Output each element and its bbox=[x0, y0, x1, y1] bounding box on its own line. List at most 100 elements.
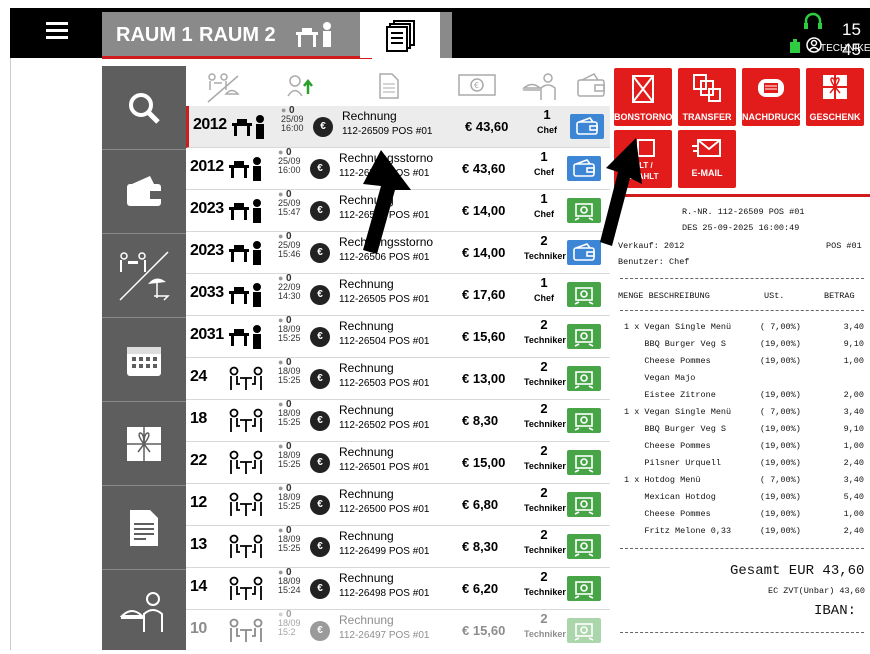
document-row[interactable]: 22 ● 0 18/09 15:25 € Rechnung 112-26501 POS #0… bbox=[186, 442, 610, 484]
staff-name: Techniker bbox=[524, 251, 566, 261]
document-info: Rechnung 112-26499 POS #01 bbox=[339, 529, 429, 559]
document-row[interactable]: 18 ● 0 18/09 15:25 € Rechnung 112-26502 POS #0… bbox=[186, 400, 610, 442]
waiter-tab-icon[interactable] bbox=[294, 20, 338, 55]
document-row[interactable]: 14 ● 0 18/09 15:24 € Rechnung 112-26498 POS #0… bbox=[186, 568, 610, 610]
table-icon bbox=[228, 450, 266, 481]
geschenk-button[interactable]: GESCHENK bbox=[806, 68, 864, 126]
top-bar: RAUM 1 RAUM 2 15 45 TECHNIKER bbox=[10, 8, 870, 59]
receipt-item-vat: (19,00%) bbox=[760, 509, 801, 519]
cash-payment-icon[interactable] bbox=[567, 576, 601, 601]
guest-date: ● 0 25/09 16:00 bbox=[281, 106, 304, 133]
table-icon bbox=[228, 618, 266, 649]
euro-icon: € bbox=[310, 453, 330, 473]
amount-column-icon[interactable]: € bbox=[458, 74, 496, 96]
receipt-item-amount: 2,00 bbox=[843, 390, 864, 400]
card-payment-icon[interactable] bbox=[567, 240, 601, 265]
headset-icon[interactable] bbox=[803, 12, 823, 32]
tables-column-icon[interactable] bbox=[206, 72, 240, 104]
cash-payment-icon[interactable] bbox=[567, 534, 601, 559]
card-payment-icon[interactable] bbox=[570, 114, 604, 139]
table-number: 2031 bbox=[190, 326, 224, 343]
receipt-item-vat: (19,00%) bbox=[760, 424, 801, 434]
staff-info: 2 Techniker bbox=[524, 528, 566, 557]
user-sort-icon[interactable] bbox=[286, 74, 314, 98]
document-type: Rechnung bbox=[339, 487, 394, 501]
document-row[interactable]: 12 ● 0 18/09 15:25 € Rechnung 112-26500 POS #0… bbox=[186, 484, 610, 526]
void-receipt-icon bbox=[632, 75, 654, 103]
document-row[interactable]: 10 ● 0 18/09 15:2 € Rechnung 112-26497 POS #01… bbox=[186, 610, 610, 650]
waiter-icon bbox=[228, 240, 266, 271]
receipt-item-desc: Pilsner Urquell bbox=[624, 458, 721, 468]
document-amount: € 8,30 bbox=[462, 539, 499, 554]
document-row[interactable]: 2033 ● 0 22/09 14:30 € Rechnung 112-26505 POS … bbox=[186, 274, 610, 316]
tab-documents[interactable] bbox=[360, 12, 440, 58]
staff-name: Techniker bbox=[524, 335, 566, 345]
staff-name: Techniker bbox=[524, 461, 566, 471]
receipt-iban: IBAN: bbox=[814, 603, 857, 619]
invoice-icon bbox=[130, 509, 158, 546]
document-row[interactable]: 13 ● 0 18/09 15:25 € Rechnung 112-26499 POS #0… bbox=[186, 526, 610, 568]
sidebar-calendar[interactable] bbox=[102, 318, 186, 402]
cash-payment-icon[interactable] bbox=[567, 324, 601, 349]
document-ref: 112-26501 POS #01 bbox=[339, 462, 430, 473]
cash-payment-icon[interactable] bbox=[567, 492, 601, 517]
sidebar-tables[interactable] bbox=[102, 234, 186, 318]
receipt-item-vat: (19,00%) bbox=[760, 356, 801, 366]
cash-payment-icon[interactable] bbox=[567, 198, 601, 223]
email-button[interactable]: E-MAIL bbox=[678, 130, 736, 188]
document-row[interactable]: 24 ● 0 18/09 15:25 € Rechnung 112-26503 POS #0… bbox=[186, 358, 610, 400]
guest-date: ● 0 18/09 15:25 bbox=[278, 484, 301, 511]
euro-icon: € bbox=[310, 327, 330, 347]
staff-name: Techniker bbox=[524, 503, 566, 513]
staff-name: Chef bbox=[534, 209, 554, 219]
bonstorno-button[interactable]: BONSTORNO bbox=[614, 68, 672, 126]
menu-icon[interactable] bbox=[46, 22, 68, 42]
cash-payment-icon[interactable] bbox=[567, 618, 601, 643]
staff-name: Chef bbox=[534, 293, 554, 303]
euro-icon: € bbox=[310, 621, 330, 641]
row-time: 15:2 bbox=[278, 627, 296, 637]
staff-count: 1 bbox=[540, 191, 548, 206]
document-row[interactable]: 2031 ● 0 18/09 15:25 € Rechnung 112-26504 POS … bbox=[186, 316, 610, 358]
document-column-icon[interactable] bbox=[378, 72, 400, 100]
receipt-number: R.-NR. 112-26509 POS #01 bbox=[682, 207, 805, 217]
nachdruck-button[interactable]: NACHDRUCK bbox=[742, 68, 801, 126]
row-time: 15:25 bbox=[278, 417, 301, 427]
payment-column-icon[interactable] bbox=[576, 72, 606, 98]
receipt-item-amount: 9,10 bbox=[843, 339, 864, 349]
sidebar-wallet[interactable] bbox=[102, 150, 186, 234]
cash-payment-icon[interactable] bbox=[567, 450, 601, 475]
table-number: 12 bbox=[190, 494, 207, 511]
document-ref: 112-26500 POS #01 bbox=[339, 504, 430, 515]
staff-info: 2 Techniker bbox=[524, 402, 566, 431]
staff-info: 1 Chef bbox=[524, 276, 564, 305]
sidebar-invoice[interactable] bbox=[102, 486, 186, 570]
tab-raum-2[interactable]: RAUM 2 bbox=[199, 12, 276, 58]
staff-name: Techniker bbox=[524, 377, 566, 387]
staff-column-icon[interactable] bbox=[522, 72, 562, 102]
staff-name: Techniker bbox=[524, 629, 566, 639]
receipt-divider bbox=[620, 278, 864, 279]
document-type: Rechnung bbox=[339, 361, 394, 375]
receipt-item-desc: BBQ Burger Veg S bbox=[624, 339, 727, 349]
document-row[interactable]: 2012 ● 0 25/09 16:00 € Rechnung 112-26509 POS … bbox=[186, 106, 610, 148]
table-number: 10 bbox=[190, 620, 207, 637]
table-number: 24 bbox=[190, 368, 207, 385]
document-ref: 112-26504 POS #01 bbox=[339, 336, 430, 347]
sidebar-waiter[interactable] bbox=[102, 570, 186, 654]
euro-icon: € bbox=[310, 285, 330, 305]
card-payment-icon[interactable] bbox=[567, 156, 601, 181]
cash-payment-icon[interactable] bbox=[567, 408, 601, 433]
transfer-button[interactable]: TRANSFER bbox=[678, 68, 736, 126]
receipt-total: Gesamt EUR 43,60 bbox=[730, 563, 865, 579]
cash-payment-icon[interactable] bbox=[567, 366, 601, 391]
document-ref: 112-26502 POS #01 bbox=[339, 420, 430, 431]
sidebar-search[interactable] bbox=[102, 66, 186, 150]
tab-raum-1[interactable]: RAUM 1 bbox=[116, 12, 193, 58]
staff-info: 1 Chef bbox=[527, 108, 567, 137]
sidebar-gift[interactable] bbox=[102, 402, 186, 486]
nachdruck-label: NACHDRUCK bbox=[742, 112, 801, 122]
table-number: 18 bbox=[190, 410, 207, 427]
document-ref: 112-26497 POS #01 bbox=[339, 630, 430, 641]
cash-payment-icon[interactable] bbox=[567, 282, 601, 307]
